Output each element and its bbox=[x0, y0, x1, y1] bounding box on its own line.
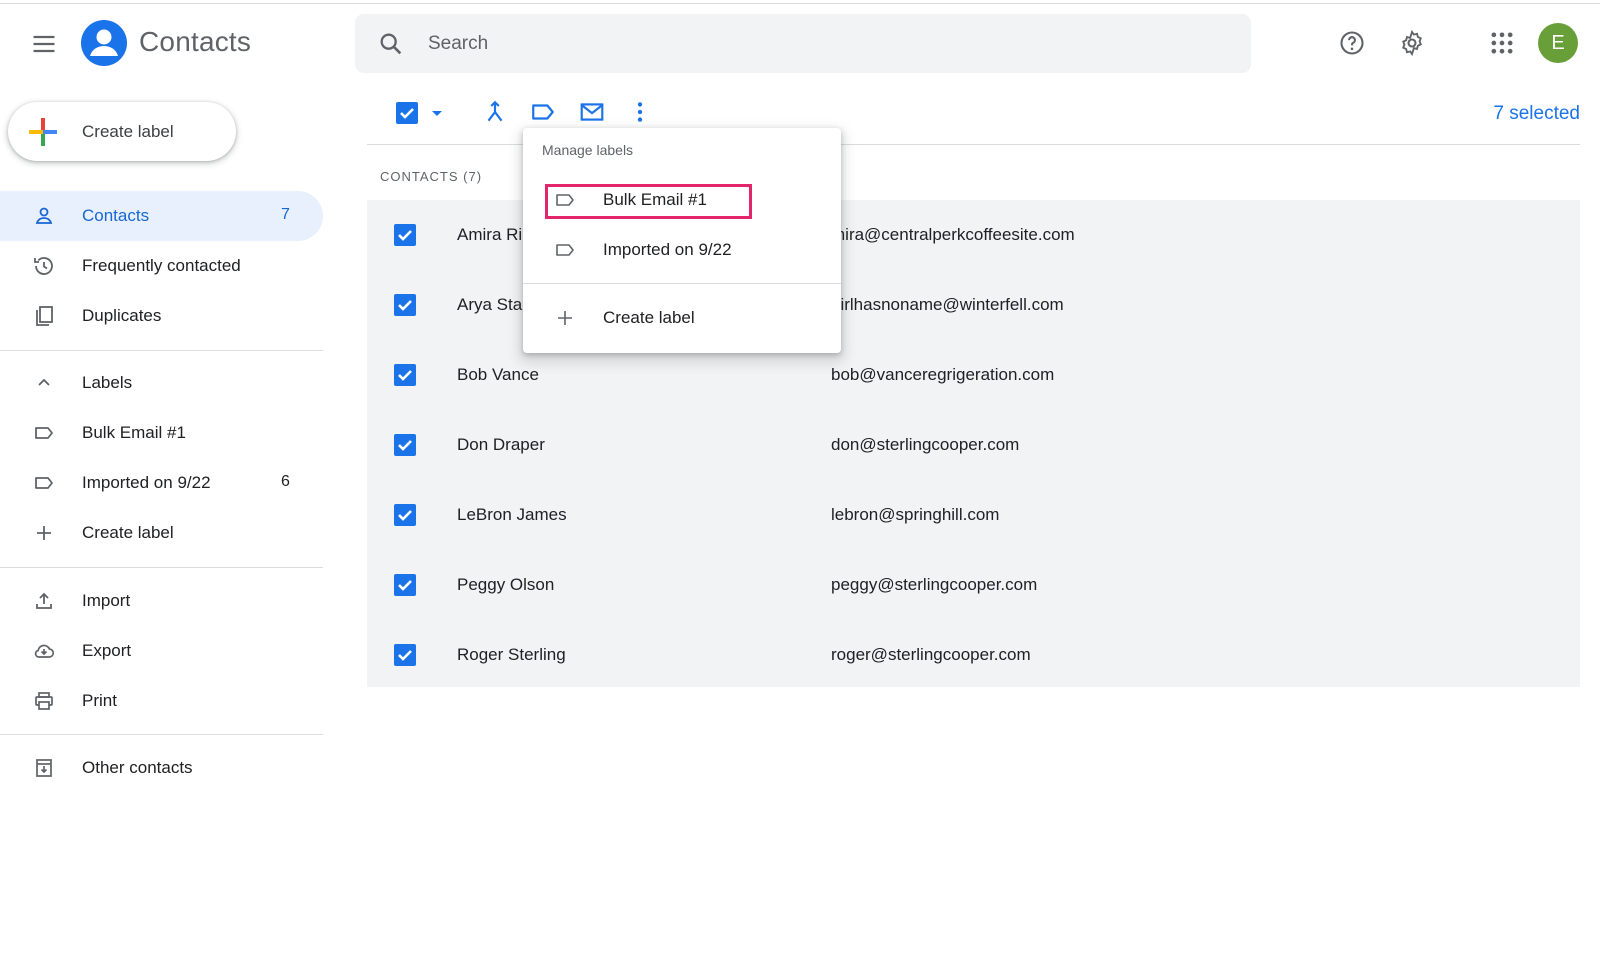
duplicates-icon bbox=[32, 304, 56, 328]
archive-download-icon bbox=[32, 756, 56, 780]
select-dropdown-icon[interactable] bbox=[426, 101, 448, 125]
sidebar-item-label: Import bbox=[82, 591, 131, 610]
contact-email: don@sterlingcooper.com bbox=[831, 435, 1020, 454]
label-outline-icon bbox=[553, 188, 577, 212]
apps-grid-icon[interactable] bbox=[1488, 29, 1516, 57]
label-icon bbox=[32, 471, 56, 495]
history-icon bbox=[32, 254, 56, 278]
table-row[interactable]: Don Draper don@sterlingcooper.com bbox=[367, 410, 1580, 480]
table-row[interactable]: Roger Sterling roger@sterlingcooper.com bbox=[367, 620, 1580, 690]
selected-count: 7 selected bbox=[1493, 103, 1580, 124]
email-icon[interactable] bbox=[579, 99, 605, 125]
create-contact-button[interactable]: Create label bbox=[8, 102, 236, 161]
search-icon[interactable] bbox=[377, 30, 405, 58]
sidebar-item-other-contacts[interactable]: Other contacts bbox=[0, 743, 323, 793]
sidebar-divider bbox=[0, 567, 323, 568]
sidebar-item-label: Export bbox=[82, 641, 132, 660]
sidebar-item-frequently-contacted[interactable]: Frequently contacted bbox=[0, 241, 323, 291]
contact-email: roger@sterlingcooper.com bbox=[831, 645, 1031, 664]
more-vert-icon[interactable] bbox=[627, 99, 653, 125]
menu-item-label: Create label bbox=[603, 308, 695, 327]
label-icon bbox=[32, 421, 56, 445]
row-checkbox[interactable] bbox=[394, 644, 416, 666]
account-avatar[interactable]: E bbox=[1538, 23, 1578, 63]
sidebar-item-duplicates[interactable]: Duplicates bbox=[0, 291, 323, 341]
contact-email: peggy@sterlingcooper.com bbox=[831, 575, 1038, 594]
menu-divider bbox=[523, 283, 841, 284]
row-checkbox[interactable] bbox=[394, 294, 416, 316]
sidebar-item-label: Print bbox=[82, 691, 117, 710]
person-icon bbox=[32, 204, 56, 228]
upload-icon bbox=[32, 589, 56, 613]
sidebar-create-label[interactable]: Create label bbox=[0, 508, 323, 558]
sidebar-item-label: Imported on 9/22 bbox=[82, 473, 211, 492]
sidebar-item-label: Other contacts bbox=[82, 758, 193, 777]
row-checkbox[interactable] bbox=[394, 224, 416, 246]
labels-section-toggle[interactable]: Labels bbox=[0, 358, 323, 408]
contact-email: lebron@springhill.com bbox=[831, 505, 1000, 524]
menu-item-label: Bulk Email #1 bbox=[603, 190, 707, 209]
row-checkbox[interactable] bbox=[394, 504, 416, 526]
sidebar-item-label: Duplicates bbox=[82, 306, 162, 325]
sidebar-item-count: 6 bbox=[281, 473, 290, 490]
menu-item-label: Imported on 9/22 bbox=[603, 240, 732, 259]
contact-name: Arya Sta bbox=[457, 295, 523, 314]
row-checkbox[interactable] bbox=[394, 364, 416, 386]
contact-email: bob@vanceregrigeration.com bbox=[831, 365, 1055, 384]
row-checkbox[interactable] bbox=[394, 574, 416, 596]
search-bar[interactable] bbox=[355, 14, 1251, 73]
sidebar-item-export[interactable]: Export bbox=[0, 626, 323, 676]
help-icon[interactable] bbox=[1338, 29, 1366, 57]
sidebar-item-label: Frequently contacted bbox=[82, 256, 241, 275]
contact-name: Roger Sterling bbox=[457, 645, 566, 664]
contact-name: LeBron James bbox=[457, 505, 567, 524]
menu-title: Manage labels bbox=[542, 142, 634, 158]
contact-name: Amira Ri bbox=[457, 225, 523, 244]
contact-email: mira@centralperkcoffeesite.com bbox=[831, 225, 1075, 244]
contact-name: Don Draper bbox=[457, 435, 545, 454]
sidebar-item-count: 7 bbox=[281, 206, 290, 223]
labels-header: Labels bbox=[82, 373, 133, 392]
menu-item-imported[interactable]: Imported on 9/22 bbox=[523, 228, 841, 272]
row-checkbox[interactable] bbox=[394, 434, 416, 456]
app-title: Contacts bbox=[139, 26, 252, 57]
manage-labels-menu: Manage labels Bulk Email #1 Imported on … bbox=[523, 128, 841, 353]
table-row[interactable]: LeBron James lebron@springhill.com bbox=[367, 480, 1580, 550]
print-icon bbox=[32, 689, 56, 713]
search-input[interactable] bbox=[428, 14, 1228, 73]
contacts-section-title: CONTACTS (7) bbox=[380, 169, 483, 184]
sidebar-item-label: Bulk Email #1 bbox=[82, 423, 186, 442]
sidebar-item-import[interactable]: Import bbox=[0, 576, 323, 626]
cloud-download-icon bbox=[32, 639, 56, 663]
contacts-logo-icon bbox=[81, 20, 127, 66]
colored-plus-icon bbox=[28, 117, 58, 147]
table-row[interactable]: Peggy Olson peggy@sterlingcooper.com bbox=[367, 550, 1580, 620]
plus-icon bbox=[32, 521, 56, 545]
chevron-up-icon bbox=[32, 371, 56, 395]
create-contact-label: Create label bbox=[82, 122, 174, 141]
main-menu-icon[interactable] bbox=[30, 30, 58, 58]
sidebar-divider bbox=[0, 734, 323, 735]
sidebar-item-contacts[interactable]: Contacts 7 bbox=[0, 191, 323, 241]
plus-icon bbox=[553, 306, 577, 330]
contact-email: girlhasnoname@winterfell.com bbox=[831, 295, 1064, 314]
top-border bbox=[0, 0, 1600, 4]
contact-name: Peggy Olson bbox=[457, 575, 555, 594]
label-icon[interactable] bbox=[530, 99, 556, 125]
sidebar-item-label-imported[interactable]: Imported on 9/22 6 bbox=[0, 458, 323, 508]
sidebar-item-label: Create label bbox=[82, 523, 174, 542]
menu-item-bulk-email[interactable]: Bulk Email #1 bbox=[523, 178, 841, 222]
select-all-checkbox[interactable] bbox=[395, 101, 419, 125]
settings-icon[interactable] bbox=[1398, 29, 1426, 57]
merge-icon[interactable] bbox=[482, 99, 508, 125]
sidebar-divider bbox=[0, 350, 323, 351]
contact-name: Bob Vance bbox=[457, 365, 539, 384]
label-outline-icon bbox=[553, 238, 577, 262]
sidebar-item-label: Contacts bbox=[82, 206, 150, 225]
sidebar-item-label-bulk-email[interactable]: Bulk Email #1 bbox=[0, 408, 323, 458]
menu-item-create-label[interactable]: Create label bbox=[523, 296, 841, 340]
sidebar-item-print[interactable]: Print bbox=[0, 676, 323, 726]
